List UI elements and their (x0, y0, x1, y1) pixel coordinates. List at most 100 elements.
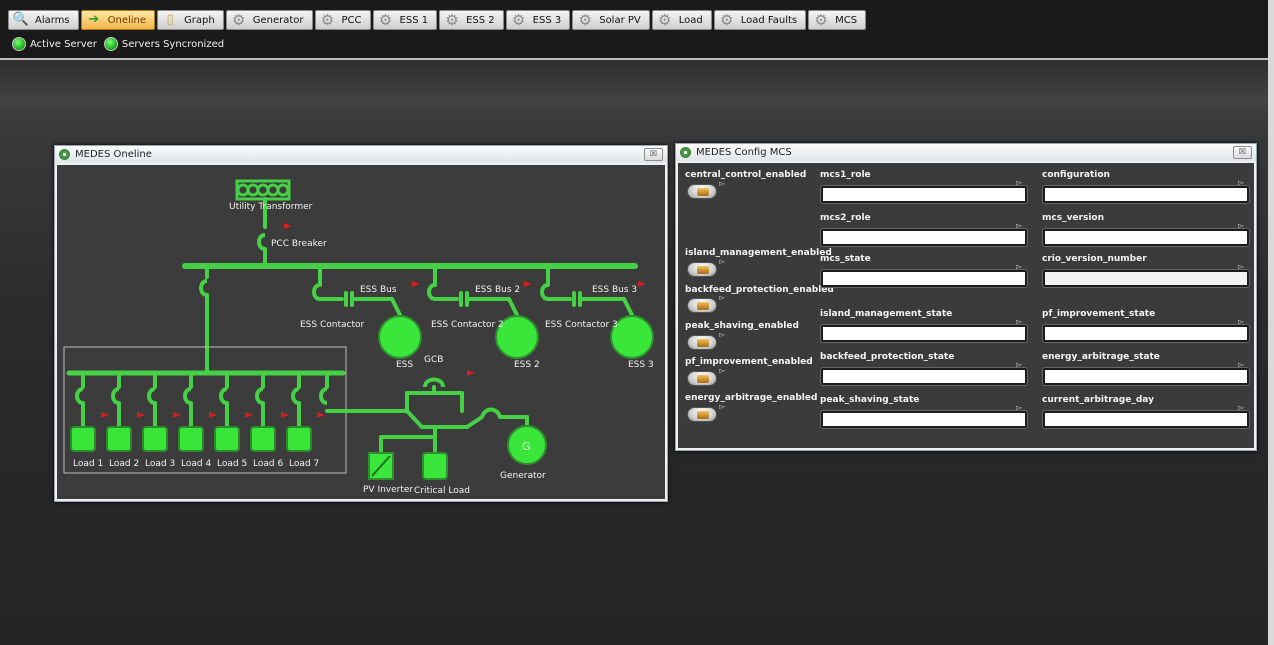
configuration-field[interactable] (1043, 186, 1249, 203)
critical-load-label: Critical Load (414, 486, 470, 496)
gear-icon: ⚙ (720, 11, 734, 29)
flag-icon: ▻ (719, 179, 726, 188)
flag-icon: ▻ (719, 330, 726, 339)
mcs-state-label: mcs_state (820, 254, 871, 264)
close-button[interactable]: ☒ (644, 148, 663, 161)
top-toolbar: 🔍 Alarms ➔ Oneline ▯ Graph ⚙ Generator ⚙ PCC … (0, 0, 1274, 58)
load-block (286, 426, 312, 452)
critical-load-block (422, 452, 448, 480)
tab-ess1[interactable]: ⚙ ESS 1 (372, 10, 438, 30)
config-window: MEDES Config MCS ☒ central_control_enabl… (675, 143, 1257, 451)
gear-icon: ⚙ (378, 11, 393, 29)
backfeed-protection-enabled-toggle[interactable] (687, 298, 717, 313)
utility-transformer-label: Utility Transformer (229, 202, 313, 212)
central-control-enabled-toggle[interactable] (687, 184, 717, 199)
load-breaker (255, 387, 264, 405)
mcs1-role-label: mcs1_role (820, 170, 871, 180)
load-block (250, 426, 276, 452)
toggle-knob (697, 302, 709, 310)
energy-arbitrage-state-label: energy_arbitrage_state (1042, 352, 1160, 362)
oneline-title: MEDES Oneline (75, 149, 152, 160)
document-icon: ▯ (166, 12, 174, 27)
config-titlebar[interactable]: MEDES Config MCS ☒ (676, 144, 1256, 161)
tab-load-faults[interactable]: ⚙ Load Faults (713, 10, 807, 30)
flag-icon: ▻ (719, 366, 726, 375)
pf-improvement-state-label: pf_improvement_state (1042, 309, 1156, 319)
oneline-window: MEDES Oneline ☒ Utility Transformer PCC … (54, 145, 668, 502)
energy-arbitrage-state-field[interactable] (1043, 368, 1249, 385)
tab-label: Load Faults (740, 14, 798, 26)
load-3-label: Load 3 (145, 459, 176, 469)
ess-flag (412, 281, 420, 287)
island-management-state-field[interactable] (821, 325, 1027, 342)
flag-icon: ▻ (1016, 178, 1023, 187)
pf-improvement-enabled-toggle[interactable] (687, 371, 717, 386)
load-7-label: Load 7 (289, 459, 320, 469)
flag-icon: ▻ (1016, 317, 1023, 326)
peak-shaving-state-label: peak_shaving_state (820, 395, 920, 405)
tab-graph[interactable]: ▯ Graph (157, 10, 224, 30)
flag-icon: ▻ (719, 402, 726, 411)
backfeed-protection-enabled-label: backfeed_protection_enabled (685, 285, 834, 295)
tab-alarms[interactable]: 🔍 Alarms (8, 10, 79, 30)
island-management-enabled-label: island_management_enabled (685, 248, 832, 258)
toggle-knob (697, 375, 709, 383)
backfeed-protection-state-field[interactable] (821, 368, 1027, 385)
ess-breaker (312, 283, 321, 301)
mcs2-role-field[interactable] (821, 229, 1027, 246)
ess-flag (638, 281, 646, 287)
load-main-breaker (199, 279, 208, 297)
ess-feeder (622, 297, 634, 317)
pcc-breaker (257, 233, 266, 251)
tab-oneline[interactable]: ➔ Oneline (80, 10, 156, 30)
flag-icon: ▻ (1238, 262, 1245, 271)
load-breaker (219, 387, 228, 405)
tab-label: Solar PV (599, 14, 641, 26)
load-block (106, 426, 132, 452)
right-edge (1268, 0, 1274, 645)
config-title: MEDES Config MCS (696, 147, 792, 158)
peak-shaving-state-field[interactable] (821, 411, 1027, 428)
flag-icon: ▻ (1016, 221, 1023, 230)
energy-arbitrage-enabled-toggle[interactable] (687, 407, 717, 422)
pv-inverter-label: PV Inverter (363, 485, 414, 495)
ess-feeder (390, 297, 402, 317)
load-flag (245, 412, 253, 418)
tab-solar-pv[interactable]: ⚙ Solar PV (572, 10, 650, 30)
header-band (0, 60, 1274, 120)
tab-ess3[interactable]: ⚙ ESS 3 (505, 10, 571, 30)
tab-load[interactable]: ⚙ Load (651, 10, 712, 30)
load-block (70, 426, 96, 452)
crio-version-number-field[interactable] (1043, 270, 1249, 287)
tab-label: Oneline (107, 14, 147, 26)
window-icon (59, 149, 70, 160)
gen-feeder (465, 415, 484, 429)
tab-ess2[interactable]: ⚙ ESS 2 (439, 10, 504, 30)
load-breaker (75, 387, 84, 405)
ess-breaker (427, 283, 436, 301)
mcs-version-field[interactable] (1043, 229, 1249, 246)
load-flag (281, 412, 289, 418)
flag-icon: ▻ (1238, 317, 1245, 326)
central-control-enabled-label: central_control_enabled (685, 170, 807, 180)
generator-label: Generator (500, 471, 546, 481)
close-button[interactable]: ☒ (1233, 146, 1252, 159)
tab-generator[interactable]: ⚙ Generator (225, 10, 313, 30)
load-block (214, 426, 240, 452)
gear-icon: ⚙ (578, 11, 592, 29)
mcs1-role-field[interactable] (821, 186, 1027, 203)
ess-breaker (540, 283, 549, 301)
tab-pcc[interactable]: ⚙ PCC (314, 10, 371, 30)
oneline-titlebar[interactable]: MEDES Oneline ☒ (55, 146, 667, 163)
peak-shaving-enabled-toggle[interactable] (687, 335, 717, 350)
tab-label: Load (678, 14, 703, 26)
mcs-state-field[interactable] (821, 270, 1027, 287)
gcb-label: GCB (424, 355, 444, 365)
transformer-coil (276, 183, 290, 197)
toggle-knob (697, 188, 709, 196)
current-arbitrage-day-field[interactable] (1043, 411, 1249, 428)
tab-mcs[interactable]: ⚙ MCS (808, 10, 867, 30)
island-management-enabled-toggle[interactable] (687, 262, 717, 277)
gear-icon: ⚙ (445, 11, 459, 29)
pf-improvement-state-field[interactable] (1043, 325, 1249, 342)
